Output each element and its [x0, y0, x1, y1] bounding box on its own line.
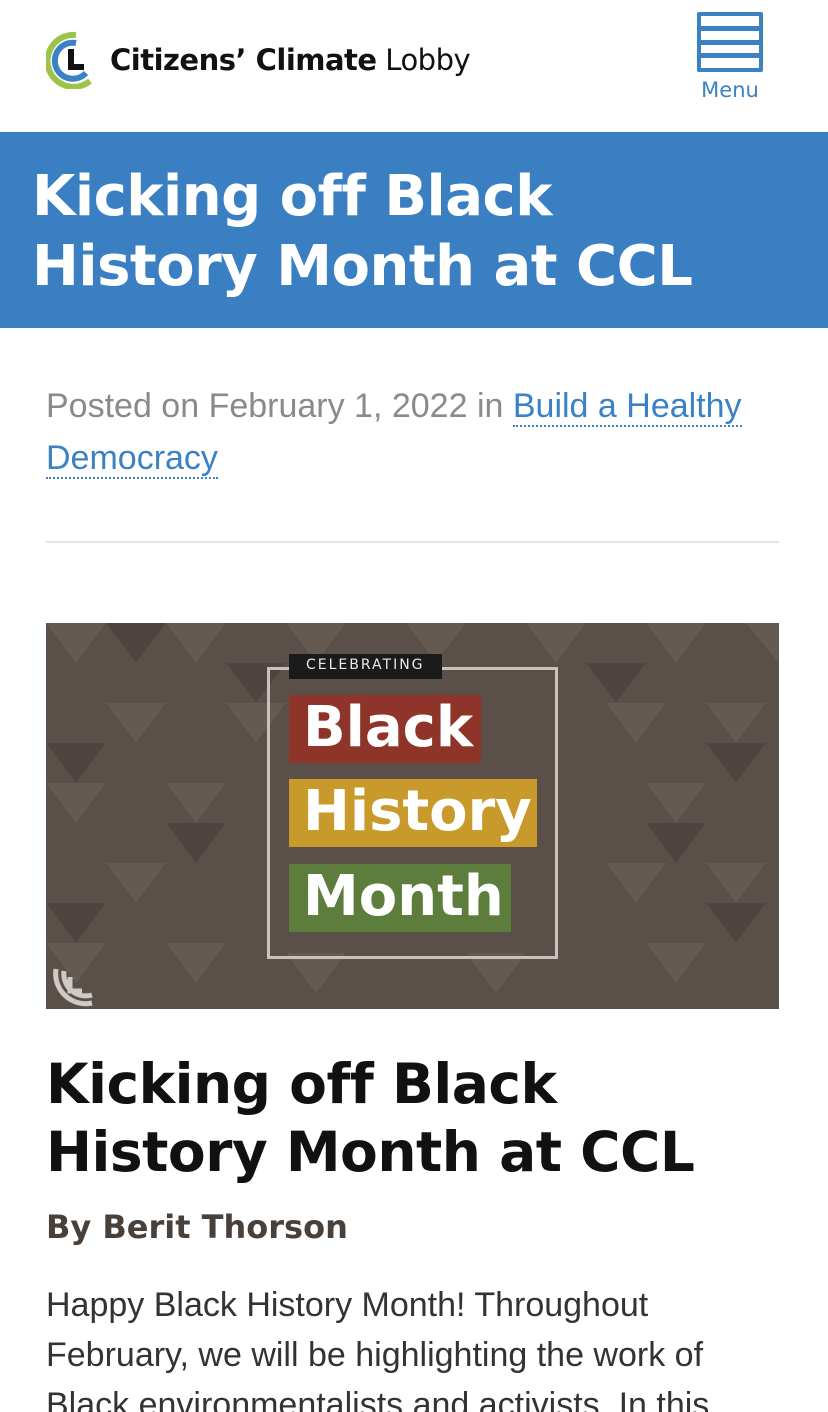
- month-label: Month: [289, 864, 511, 932]
- feature-image: CELEBRATING Black History Month: [46, 623, 779, 1009]
- menu-button[interactable]: Menu: [692, 12, 768, 108]
- site-logo[interactable]: Citizens’ Climate Lobby: [44, 30, 471, 90]
- byline: By Berit Thorson: [46, 1208, 348, 1246]
- menu-label: Menu: [701, 78, 759, 102]
- site-header: Citizens’ Climate Lobby Menu: [0, 0, 828, 132]
- ccl-watermark-icon: [46, 959, 96, 1009]
- page-title-band: Kicking off Black History Month at CCL: [0, 132, 828, 328]
- post-meta: Posted on February 1, 2022 in Build a He…: [46, 380, 782, 484]
- logo-wordmark: Citizens’ Climate Lobby: [110, 43, 471, 77]
- history-label: History: [289, 779, 537, 847]
- logo-wordmark-bold: Citizens’ Climate: [110, 43, 377, 77]
- posted-date-text: Posted on February 1, 2022 in: [46, 387, 513, 425]
- page-title: Kicking off Black History Month at CCL: [32, 164, 693, 299]
- celebrating-tag: CELEBRATING: [289, 654, 442, 679]
- black-label: Black: [289, 695, 481, 763]
- article-intro: Happy Black History Month! Throughout Fe…: [46, 1286, 710, 1412]
- divider: [46, 541, 779, 543]
- article-title: Kicking off Black History Month at CCL: [46, 1052, 695, 1184]
- ccl-logo-icon: [44, 31, 104, 90]
- hamburger-icon: [697, 12, 763, 72]
- logo-wordmark-light: Lobby: [385, 43, 471, 77]
